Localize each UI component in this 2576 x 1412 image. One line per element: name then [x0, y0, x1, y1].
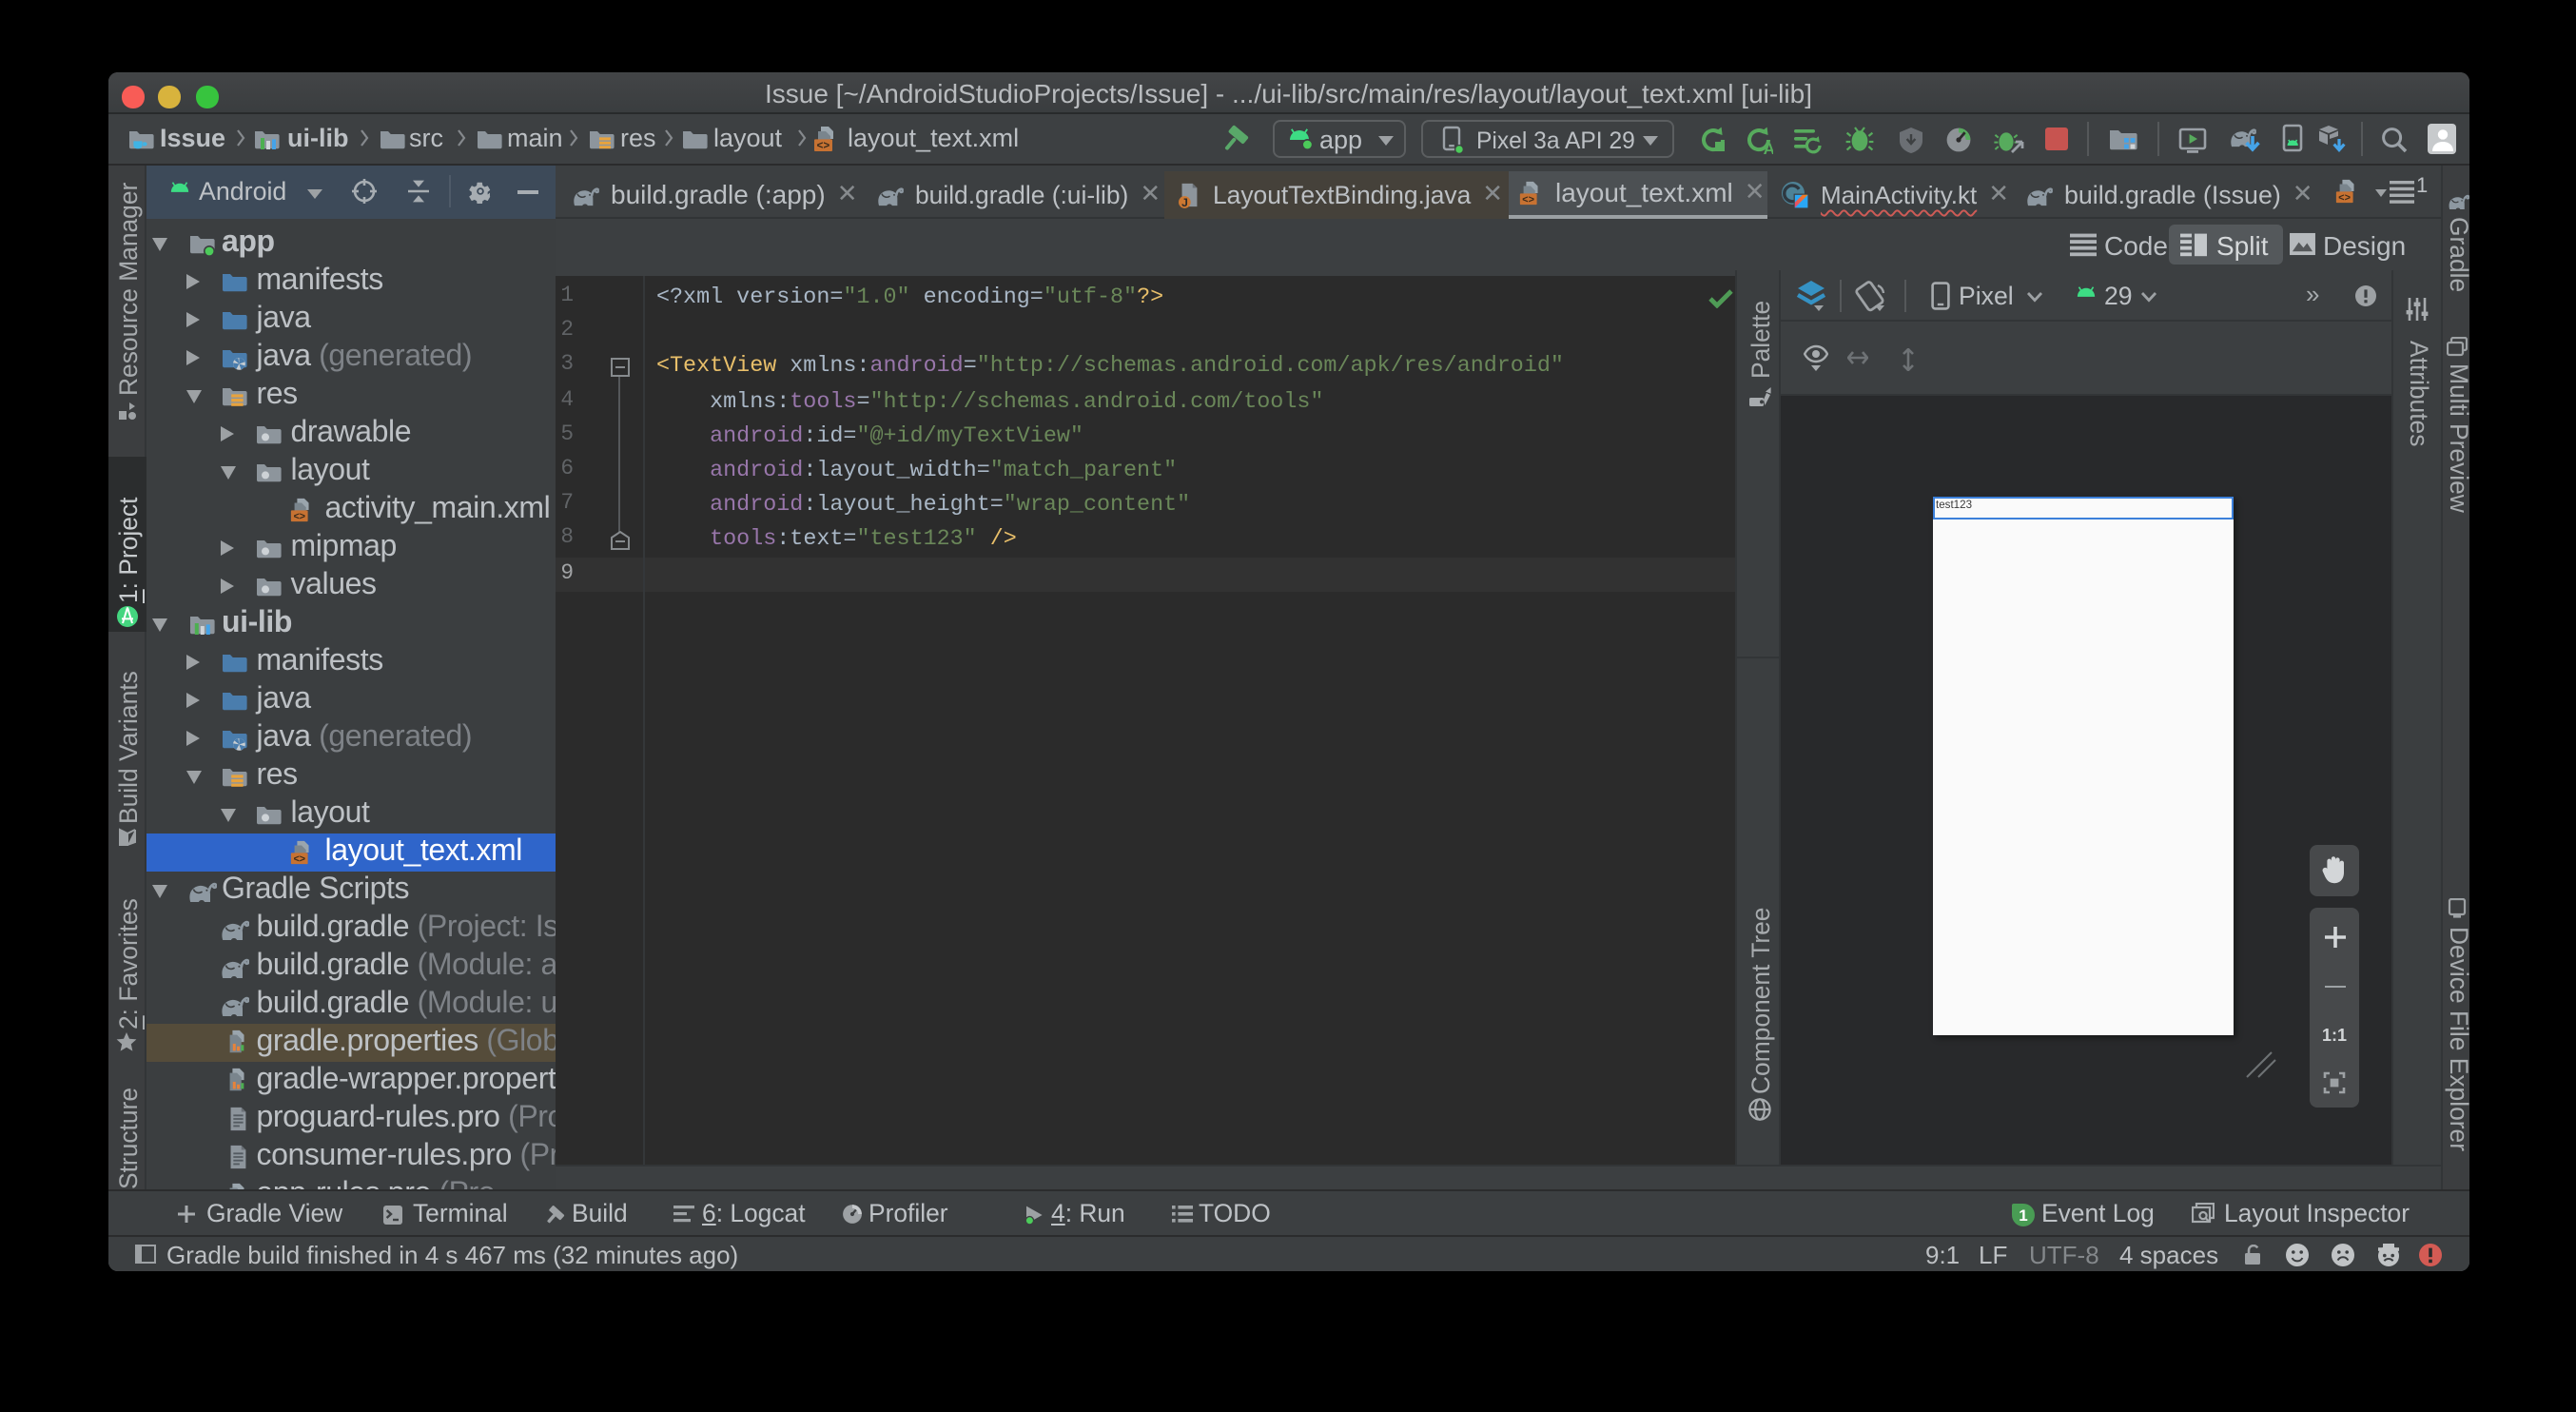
svg-text:A: A	[1763, 139, 1772, 153]
svg-text:J: J	[1181, 195, 1187, 208]
svg-text:1: 1	[2018, 1206, 2026, 1224]
svg-text:<>: <>	[816, 141, 829, 153]
